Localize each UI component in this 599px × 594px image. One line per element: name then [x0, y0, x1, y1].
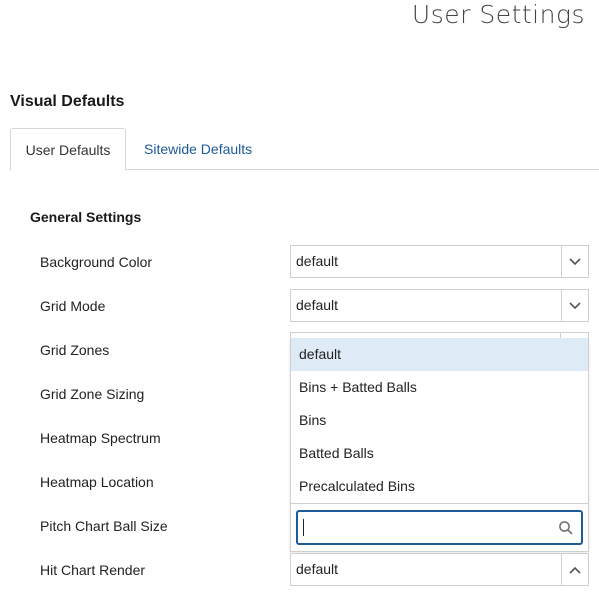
- section-title: Visual Defaults: [10, 93, 125, 110]
- dropdown-option-precalculated-bins[interactable]: Precalculated Bins: [291, 470, 588, 503]
- search-icon: [557, 519, 575, 537]
- heatmap-spectrum-label: Heatmap Spectrum: [40, 430, 161, 446]
- pitch-chart-ball-size-label: Pitch Chart Ball Size: [40, 518, 168, 534]
- heatmap-location-label: Heatmap Location: [40, 474, 154, 490]
- hit-chart-render-value: default: [296, 561, 339, 577]
- dropdown-search-input[interactable]: [296, 510, 583, 545]
- tab-user-defaults[interactable]: User Defaults: [10, 128, 126, 171]
- dropdown-option-default[interactable]: default: [291, 338, 588, 371]
- page-title: User Settings: [411, 0, 585, 29]
- dropdown-option-bins-batted-balls[interactable]: Bins + Batted Balls: [291, 371, 588, 404]
- hit-chart-render-select[interactable]: default: [290, 553, 589, 586]
- background-color-label: Background Color: [40, 254, 153, 270]
- chevron-down-icon[interactable]: [561, 290, 588, 321]
- text-cursor: [303, 519, 304, 536]
- grid-mode-value: default: [296, 297, 339, 313]
- chevron-up-icon[interactable]: [561, 554, 588, 585]
- grid-mode-select[interactable]: default: [290, 289, 589, 322]
- tab-bar: User Defaults Sitewide Defaults: [10, 128, 599, 171]
- general-settings-title: General Settings: [30, 209, 142, 225]
- dropdown-option-batted-balls[interactable]: Batted Balls: [291, 437, 588, 470]
- background-color-select[interactable]: default: [290, 245, 589, 278]
- dropdown-search-area: [291, 503, 588, 552]
- grid-zones-label: Grid Zones: [40, 342, 110, 358]
- dropdown-menu: default Bins + Batted Balls Bins Batted …: [290, 338, 589, 552]
- dropdown-option-bins[interactable]: Bins: [291, 404, 588, 437]
- hit-chart-render-label: Hit Chart Render: [40, 562, 146, 578]
- background-color-value: default: [296, 253, 339, 269]
- grid-zone-sizing-label: Grid Zone Sizing: [40, 386, 145, 402]
- chevron-down-icon[interactable]: [561, 246, 588, 277]
- tab-sitewide-defaults[interactable]: Sitewide Defaults: [144, 128, 252, 170]
- grid-mode-label: Grid Mode: [40, 298, 106, 314]
